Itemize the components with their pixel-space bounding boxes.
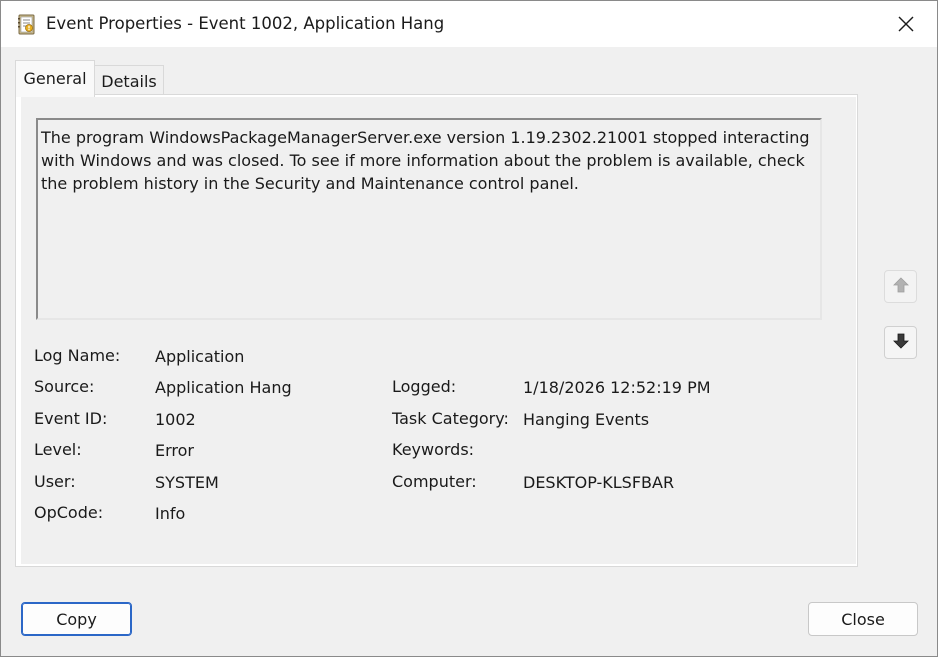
- computer-value[interactable]: DESKTOP-KLSFBAR: [523, 473, 674, 492]
- level-value[interactable]: Error: [155, 441, 194, 460]
- tab-general[interactable]: General: [15, 60, 95, 97]
- window-title: Event Properties - Event 1002, Applicati…: [46, 14, 445, 33]
- source-value[interactable]: Application Hang: [155, 378, 292, 397]
- previous-event-button[interactable]: [884, 270, 917, 303]
- close-icon[interactable]: [883, 7, 929, 41]
- event-id-value[interactable]: 1002: [155, 410, 196, 429]
- user-value[interactable]: SYSTEM: [155, 473, 219, 492]
- task-category-value[interactable]: Hanging Events: [523, 410, 649, 429]
- task-category-label: Task Category:: [392, 409, 509, 428]
- event-properties-window: Event Properties - Event 1002, Applicati…: [0, 0, 938, 657]
- opcode-label: OpCode:: [34, 503, 104, 522]
- source-label: Source:: [34, 377, 95, 396]
- keywords-label: Keywords:: [392, 440, 475, 459]
- event-viewer-icon: [16, 14, 37, 35]
- log-name-label: Log Name:: [34, 346, 121, 365]
- title-bar[interactable]: Event Properties - Event 1002, Applicati…: [1, 1, 937, 47]
- arrow-up-icon: [892, 276, 910, 298]
- next-event-button[interactable]: [884, 326, 917, 359]
- event-id-label: Event ID:: [34, 409, 108, 428]
- user-label: User:: [34, 472, 76, 491]
- computer-label: Computer:: [392, 472, 477, 491]
- level-label: Level:: [34, 440, 82, 459]
- arrow-down-icon: [892, 332, 910, 354]
- opcode-value[interactable]: Info: [155, 504, 185, 523]
- event-description-box[interactable]: The program WindowsPackageManagerServer.…: [36, 118, 822, 320]
- log-name-value[interactable]: Application: [155, 347, 244, 366]
- close-button[interactable]: Close: [808, 602, 918, 636]
- copy-button[interactable]: Copy: [21, 602, 132, 636]
- logged-value[interactable]: 1/18/2026 12:52:19 PM: [523, 378, 711, 397]
- tab-details[interactable]: Details: [95, 65, 164, 96]
- logged-label: Logged:: [392, 377, 457, 396]
